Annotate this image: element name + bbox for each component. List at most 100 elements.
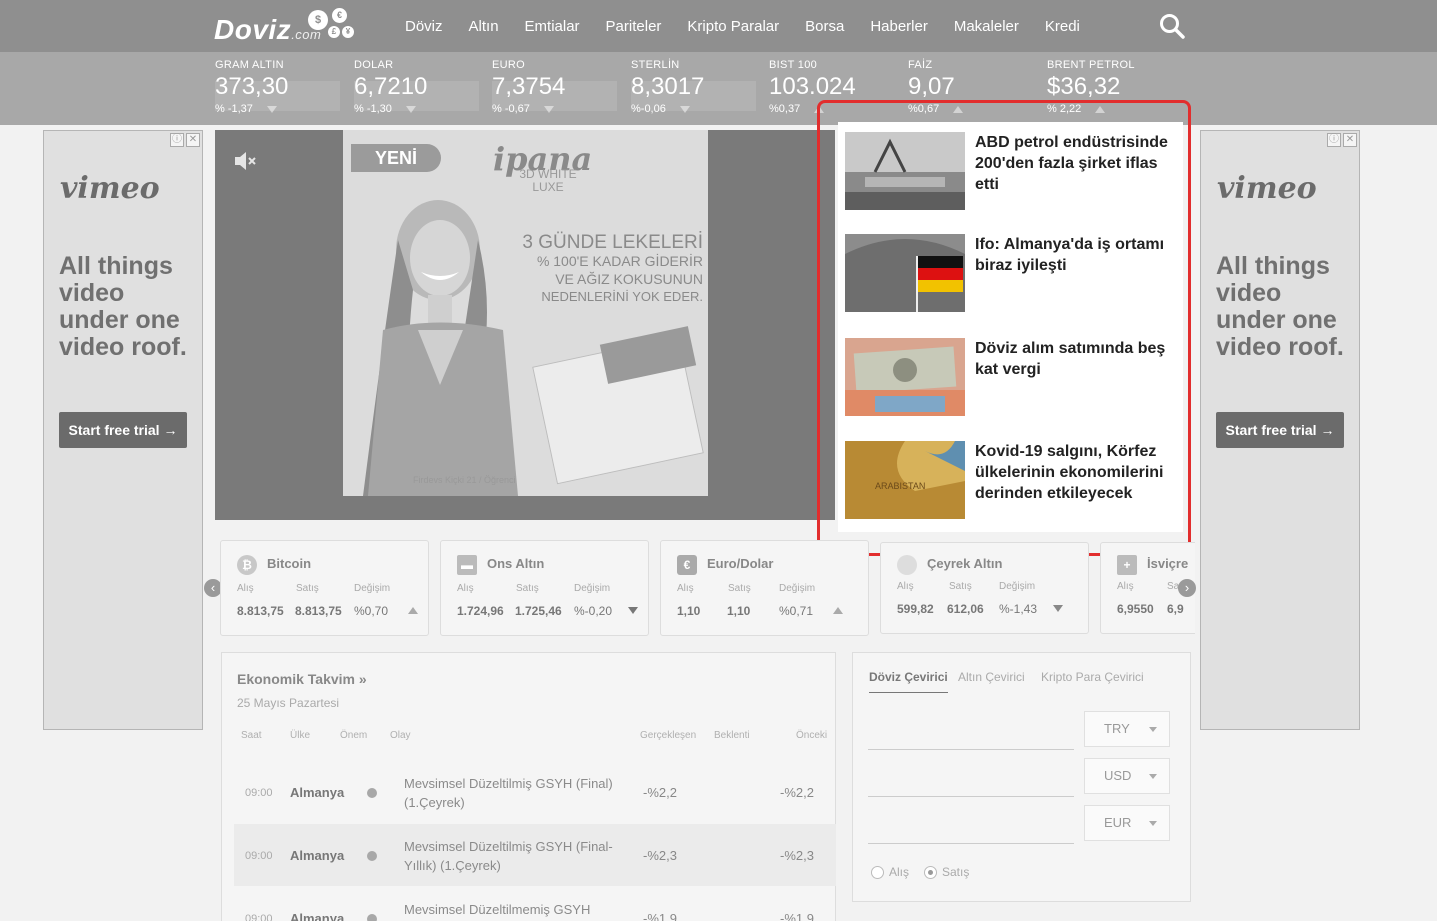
card-ceyrek-altin[interactable]: Çeyrek Altın Alış Satış Değişim 599,82 6… xyxy=(880,542,1089,634)
select-value: TRY xyxy=(1104,721,1130,736)
ad-cta-button[interactable]: Start free trial → xyxy=(59,412,187,448)
amount-input-try[interactable] xyxy=(868,749,1074,750)
select-value: USD xyxy=(1104,768,1132,783)
ad-close-icon[interactable]: ✕ xyxy=(186,133,200,147)
nav-borsa[interactable]: Borsa xyxy=(805,18,844,35)
col-actual: Gerçekleşen xyxy=(640,730,697,741)
sell-header: Satış xyxy=(949,581,972,592)
main-nav: Döviz Altın Emtialar Pariteler Kripto Pa… xyxy=(392,0,1093,52)
currency-cards: ₿ Bitcoin Alış Satış Değişim 8.813,75 8.… xyxy=(205,540,1195,636)
ticker-highlight xyxy=(354,81,479,111)
ad-tagline: All things video under one video roof. xyxy=(59,252,187,361)
tab-kripto-cevirici[interactable]: Kripto Para Çevirici xyxy=(1041,670,1144,684)
row-actual: -%2,3 xyxy=(643,848,677,863)
row-previous: -%2,3 xyxy=(780,848,814,863)
gold-coin-icon xyxy=(897,555,917,575)
slider-next-button[interactable]: › xyxy=(1178,579,1196,597)
logo-coins-icon: $ € £ ¥ xyxy=(306,8,358,42)
sell-header: Satış xyxy=(728,583,751,594)
bitcoin-icon: ₿ xyxy=(237,555,257,575)
currency-select-usd[interactable]: USD xyxy=(1084,758,1170,794)
nav-kredi[interactable]: Kredi xyxy=(1045,18,1080,35)
row-event: Mevsimsel Düzeltilmiş GSYH (Final-Yıllık… xyxy=(404,839,613,873)
buy-header: Alış xyxy=(1117,581,1134,592)
gold-bar-icon: ▬ xyxy=(457,555,477,575)
ticker-dolar[interactable]: DOLAR 6,7210 % -1,30 xyxy=(354,59,484,115)
col-country: Ülke xyxy=(290,730,311,741)
row-country: Almanya xyxy=(290,911,345,921)
col-previous: Önceki xyxy=(796,730,828,741)
ticker-name: EURO xyxy=(492,59,525,71)
nav-pariteler[interactable]: Pariteler xyxy=(606,18,662,35)
ticker-sterlin[interactable]: STERLİN 8,3017 %-0,06 xyxy=(631,59,761,115)
card-bitcoin[interactable]: ₿ Bitcoin Alış Satış Değişim 8.813,75 8.… xyxy=(220,540,429,636)
up-arrow-icon xyxy=(833,607,843,614)
ticker-value: $36,32 xyxy=(1047,73,1121,100)
change-value: %-0,20 xyxy=(574,604,613,618)
radio-alis[interactable]: Alış xyxy=(871,865,909,879)
buy-value: 1.724,96 xyxy=(457,604,504,618)
ad-brand-logo: vimeo xyxy=(1217,171,1317,206)
currency-select-try[interactable]: TRY xyxy=(1084,711,1170,747)
currency-select-eur[interactable]: EUR xyxy=(1084,805,1170,841)
left-side-ad[interactable]: ⓘ ✕ vimeo All things video under one vide… xyxy=(43,130,203,730)
card-euro-dolar[interactable]: € Euro/Dolar Alış Satış Değişim 1,10 1,1… xyxy=(660,540,869,636)
nav-haberler[interactable]: Haberler xyxy=(870,18,928,35)
mute-icon[interactable] xyxy=(233,150,257,172)
col-importance: Önem xyxy=(340,730,368,741)
amount-input-eur[interactable] xyxy=(868,843,1074,844)
calendar-date: 25 Mayıs Pazartesi xyxy=(237,696,340,710)
calendar-row[interactable]: 09:00 Almanya Mevsimsel Düzeltilmiş GSYH… xyxy=(234,761,836,823)
calendar-row[interactable]: 09:00 Almanya Mevsimsel Düzeltilmemiş GS… xyxy=(234,887,836,921)
calendar-title[interactable]: Ekonomik Takvim » xyxy=(237,671,367,687)
video-ad-player[interactable]: YENİ ipana 3D WHITE LUXE 3 GÜNDE LEKELER… xyxy=(215,130,835,520)
buy-value: 1,10 xyxy=(677,604,701,618)
amount-input-usd[interactable] xyxy=(868,796,1074,797)
tab-altin-cevirici[interactable]: Altın Çevirici xyxy=(958,670,1025,684)
card-ons-altin[interactable]: ▬ Ons Altın Alış Satış Değişim 1.724,96 … xyxy=(440,540,649,636)
nav-emtialar[interactable]: Emtialar xyxy=(525,18,580,35)
ad-brand-logo: vimeo xyxy=(60,171,160,206)
radio-button[interactable] xyxy=(871,865,884,879)
ticker-value: 103.024 xyxy=(769,73,856,100)
ad-close-icon[interactable]: ✕ xyxy=(1343,133,1357,147)
euro-coin-icon: € xyxy=(332,8,347,23)
radio-satis[interactable]: Satış xyxy=(924,865,969,879)
buy-header: Alış xyxy=(237,583,254,594)
row-time: 09:00 xyxy=(245,850,273,862)
radio-button-selected[interactable] xyxy=(924,865,937,879)
sell-value: 612,06 xyxy=(947,602,984,616)
ad-cta-button[interactable]: Start free trial → xyxy=(1216,412,1344,448)
ticker-euro[interactable]: EURO 7,3754 % -0,67 xyxy=(492,59,622,115)
search-icon[interactable] xyxy=(1158,12,1186,40)
ad-info-icon[interactable]: ⓘ xyxy=(1327,133,1341,147)
right-side-ad[interactable]: ⓘ ✕ vimeo All things video under one vide… xyxy=(1200,130,1360,730)
down-arrow-icon xyxy=(1053,605,1063,612)
change-header: Değişim xyxy=(779,583,816,594)
row-actual: -%2,2 xyxy=(643,785,677,800)
row-previous: -%2,2 xyxy=(780,785,814,800)
nav-kripto[interactable]: Kripto Paralar xyxy=(687,18,779,35)
ticker-name: BRENT PETROL xyxy=(1047,59,1135,71)
economic-calendar: Ekonomik Takvim » 25 Mayıs Pazartesi Saa… xyxy=(221,652,836,921)
nav-doviz[interactable]: Döviz xyxy=(405,18,443,35)
row-previous: -%1,9 xyxy=(780,911,814,921)
nav-makaleler[interactable]: Makaleler xyxy=(954,18,1019,35)
ad-copy-line4: NEDENLERİNİ YOK EDER. xyxy=(541,289,703,304)
tab-doviz-cevirici[interactable]: Döviz Çevirici xyxy=(869,670,948,693)
dollar-coin-icon: $ xyxy=(308,10,328,30)
ad-creative[interactable]: YENİ ipana 3D WHITE LUXE 3 GÜNDE LEKELER… xyxy=(343,130,708,496)
ticker-gram-altin[interactable]: GRAM ALTIN 373,30 % -1,37 xyxy=(215,59,345,115)
importance-dot-icon xyxy=(367,851,377,861)
ad-copy-line1: 3 GÜNDE LEKELERİ xyxy=(522,232,703,253)
calendar-row[interactable]: 09:00 Almanya Mevsimsel Düzeltilmiş GSYH… xyxy=(234,824,836,886)
ad-info-icon[interactable]: ⓘ xyxy=(170,133,184,147)
buy-value: 6,9550 xyxy=(1117,602,1154,616)
sell-value: 1.725,46 xyxy=(515,604,562,618)
nav-altin[interactable]: Altın xyxy=(469,18,499,35)
chevron-down-icon xyxy=(1149,774,1157,779)
ticker-value: 9,07 xyxy=(908,73,955,100)
ticker-name: FAİZ xyxy=(908,59,933,71)
buy-header: Alış xyxy=(677,583,694,594)
card-title: Çeyrek Altın xyxy=(927,556,1003,571)
